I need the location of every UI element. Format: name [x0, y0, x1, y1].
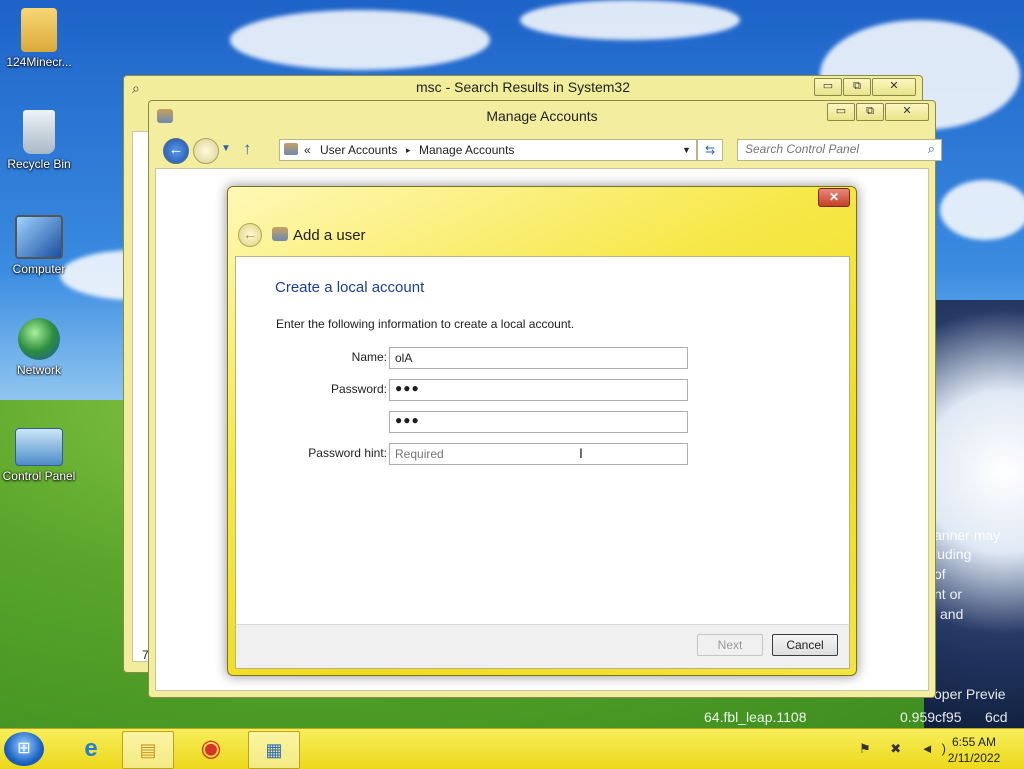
file-explorer-icon[interactable]: ▤: [122, 731, 174, 769]
breadcrumb-separator-icon[interactable]: ▸: [406, 145, 411, 156]
desktop-icon-recycle-bin[interactable]: Recycle Bin: [0, 110, 78, 171]
window-title: Manage Accounts: [486, 108, 598, 124]
back-arrow-icon[interactable]: ←: [238, 223, 262, 247]
refresh-icon[interactable]: ⇆: [697, 139, 723, 161]
dialog-title: Add a user: [293, 227, 366, 244]
desktop-icon-computer[interactable]: Computer: [0, 215, 78, 276]
search-input[interactable]: [738, 140, 920, 158]
address-bar[interactable]: « User Accounts ▸ Manage Accounts ▼: [279, 139, 697, 161]
desktop-icon-label: Recycle Bin: [7, 157, 71, 171]
password-field[interactable]: ●●●: [389, 379, 688, 401]
computer-icon: [15, 215, 63, 259]
control-panel-icon: [15, 428, 63, 466]
page-heading: Create a local account: [275, 279, 425, 296]
folder-user-icon: [21, 8, 57, 52]
caption-buttons: ▭ ⧉ ✕: [826, 103, 929, 121]
close-button[interactable]: ✕: [872, 78, 916, 96]
caption-buttons: ▭ ⧉ ✕: [813, 78, 916, 96]
breadcrumb-manage-accounts[interactable]: Manage Accounts: [419, 143, 514, 157]
desktop-icon-network[interactable]: Network: [0, 318, 78, 377]
dialog-body: Create a local account Enter the followi…: [235, 256, 850, 626]
password-hint-label: Password hint:: [308, 446, 387, 460]
start-button[interactable]: ⊞: [4, 732, 44, 766]
back-arrow-icon[interactable]: ←: [163, 138, 189, 164]
desktop-icon-label: Computer: [12, 262, 66, 276]
name-label: Name:: [351, 350, 387, 364]
wallpaper-text: 6cd: [985, 709, 1008, 725]
next-button[interactable]: Next: [697, 634, 763, 656]
confirm-password-field[interactable]: ●●●: [389, 411, 688, 433]
maximize-button[interactable]: ⧉: [843, 78, 871, 96]
breadcrumb-user-accounts[interactable]: User Accounts: [320, 143, 397, 157]
window-title: msc - Search Results in System32: [416, 79, 630, 95]
desktop-icon-label: 124Minecr...: [6, 55, 72, 69]
minimize-button[interactable]: ▭: [814, 78, 842, 96]
up-arrow-icon[interactable]: ↑: [243, 139, 252, 159]
clock-date: 2/11/2022: [947, 751, 1001, 765]
wallpaper-text: 0.959cf95: [900, 709, 962, 725]
chrome-icon[interactable]: ◉: [186, 731, 236, 767]
search-box[interactable]: ⌕: [737, 139, 942, 161]
desktop-icon-control-panel[interactable]: Control Panel: [0, 428, 78, 483]
instructions-text: Enter the following information to creat…: [276, 317, 575, 331]
wallpaper-text: oper Previe: [934, 686, 1006, 702]
users-icon: [272, 227, 288, 241]
add-user-dialog[interactable]: ✕ ← Add a user Create a local account En…: [227, 186, 857, 676]
password-value: ●●●: [395, 381, 420, 395]
search-icon[interactable]: ⌕: [928, 141, 935, 157]
clock[interactable]: 6:55 AM 2/11/2022: [944, 734, 1004, 766]
recycle-bin-icon: [23, 110, 55, 154]
desktop-icon-label: Control Panel: [2, 469, 76, 483]
wallpaper-text: 64.fbl_leap.1108: [704, 709, 807, 725]
system-tray[interactable]: ⚑ ✖ ◄): [859, 741, 954, 757]
control-panel-icon[interactable]: ▦: [248, 731, 300, 769]
desktop-icon-label: Network: [16, 363, 61, 377]
cancel-button[interactable]: Cancel: [772, 634, 838, 656]
password-hint-field[interactable]: [389, 443, 688, 465]
clock-time: 6:55 AM: [951, 735, 997, 749]
chevron-down-icon[interactable]: ▼: [682, 145, 691, 155]
navigation-bar: ← ▼ ↑ « User Accounts ▸ Manage Accounts …: [163, 137, 942, 164]
forward-arrow-icon[interactable]: [193, 138, 219, 164]
internet-explorer-icon[interactable]: e: [66, 731, 116, 767]
maximize-button[interactable]: ⧉: [856, 103, 884, 121]
name-value: olA: [395, 351, 413, 365]
overflow-chevron[interactable]: «: [304, 143, 311, 157]
password-hint-input[interactable]: [395, 447, 675, 461]
taskbar: ⊞ e ▤ ◉ ▦ ⚑ ✖ ◄) 6:55 AM 2/11/2022: [0, 728, 1024, 769]
desktop-icon-minecraft[interactable]: 124Minecr...: [0, 8, 78, 69]
users-icon: [284, 143, 298, 155]
wallpaper-text: and: [940, 606, 964, 622]
close-button[interactable]: ✕: [885, 103, 929, 121]
close-button[interactable]: ✕: [818, 188, 850, 207]
wallpaper-text: anner may: [934, 527, 1001, 543]
wallpaper-text: luding: [934, 546, 972, 562]
confirm-password-value: ●●●: [395, 413, 420, 427]
network-globe-icon: [18, 318, 60, 360]
minimize-button[interactable]: ▭: [827, 103, 855, 121]
name-field[interactable]: olA: [389, 347, 688, 369]
wallpaper-text: nt or: [934, 586, 963, 602]
text-cursor-icon: I: [579, 445, 583, 461]
password-label: Password:: [330, 382, 387, 396]
chevron-down-icon[interactable]: ▼: [221, 143, 231, 154]
dialog-footer: Next Cancel: [235, 624, 850, 669]
